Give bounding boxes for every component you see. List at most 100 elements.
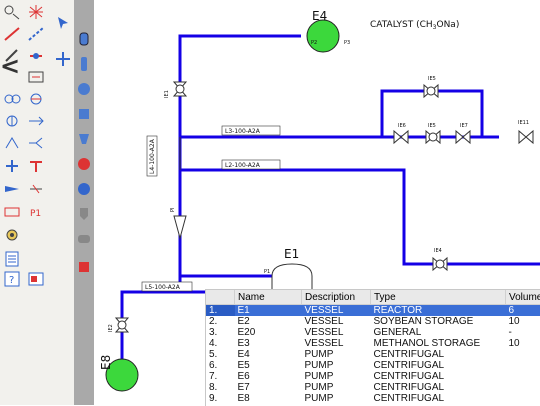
name-cell: E7: [235, 382, 302, 393]
settings-icon[interactable]: [2, 226, 22, 244]
svg-text:?: ?: [9, 275, 14, 286]
reactor-e1[interactable]: E1 P1: [264, 247, 312, 290]
type-cell: CENTRIFUGAL: [371, 382, 506, 393]
valve-symbol-icon[interactable]: [2, 3, 22, 21]
line-label-l2: L2-100-A2A: [222, 160, 280, 169]
row-number: 8.: [206, 382, 235, 393]
tank-icon[interactable]: [75, 30, 93, 48]
table-row[interactable]: 3.E20VESSELGENERAL-: [206, 327, 540, 338]
valve-ie1[interactable]: IE1: [164, 82, 186, 98]
volume-cell: 10: [506, 338, 540, 349]
volume-cell: [506, 371, 540, 382]
pump-e8[interactable]: E8: [99, 355, 138, 391]
name-cell: E4: [235, 349, 302, 360]
p1-symbol-icon[interactable]: P1: [26, 203, 46, 221]
drum-icon[interactable]: [75, 230, 93, 248]
cross-icon[interactable]: [2, 157, 22, 175]
valve-ie7[interactable]: IE7: [456, 123, 470, 143]
svg-text:P3: P3: [344, 40, 350, 46]
name-cell: E8: [235, 393, 302, 404]
silo-icon[interactable]: [75, 205, 93, 223]
reducer-icon[interactable]: [2, 180, 22, 198]
pump-symbol-icon[interactable]: [2, 90, 22, 108]
dashed-line-icon[interactable]: [26, 25, 46, 43]
svg-text:IE11: IE11: [518, 120, 529, 126]
symbol-palette: < P1 ?: [0, 0, 51, 405]
row-number: 3.: [206, 327, 235, 338]
instrument-icon[interactable]: [26, 68, 46, 86]
help-icon[interactable]: ?: [2, 270, 22, 288]
name-cell: E20: [235, 327, 302, 338]
pipe-l2[interactable]: [180, 170, 540, 264]
mixer-icon[interactable]: [2, 112, 22, 130]
table-row[interactable]: 6.E5PUMPCENTRIFUGAL: [206, 360, 540, 371]
catalyst-label: CATALYST (CH3ONa): [370, 20, 459, 31]
valve-ie4[interactable]: IE4: [433, 248, 447, 270]
valve-ie2[interactable]: IE2: [108, 318, 128, 332]
valve-ie5-bypass[interactable]: IE5: [424, 76, 438, 97]
pump-e4[interactable]: E4 P2 P3: [307, 9, 350, 52]
valve-ie6[interactable]: IE6: [394, 123, 408, 143]
table-row[interactable]: 8.E7PUMPCENTRIFUGAL: [206, 382, 540, 393]
type-cell: METHANOL STORAGE: [371, 338, 506, 349]
table-row[interactable]: 9.E8PUMPCENTRIFUGAL: [206, 393, 540, 404]
description-cell: VESSEL: [302, 305, 371, 317]
heater-icon[interactable]: [2, 203, 22, 221]
table-row[interactable]: 2.E2VESSELSOYBEAN STORAGE10: [206, 316, 540, 327]
table-row[interactable]: 4.E3VESSELMETHANOL STORAGE10: [206, 338, 540, 349]
pipe-bypass[interactable]: [382, 91, 482, 137]
selection-tool-icon[interactable]: [54, 14, 72, 32]
separator-icon[interactable]: [75, 130, 93, 148]
flow-icon[interactable]: [26, 112, 46, 130]
connector-icon[interactable]: [26, 47, 46, 65]
column-type[interactable]: Type: [371, 290, 506, 305]
table-header: Name Description Type Volume: [206, 290, 540, 305]
table-row[interactable]: 1.E1VESSELREACTOR6: [206, 305, 540, 317]
check-valve-icon[interactable]: [26, 180, 46, 198]
svg-text:IE5: IE5: [428, 123, 436, 129]
column-name[interactable]: Name: [235, 290, 302, 305]
name-cell: E2: [235, 316, 302, 327]
pipe-to-e1[interactable]: [180, 250, 272, 276]
svg-text:IE5: IE5: [428, 76, 436, 82]
svg-text:L2-100-A2A: L2-100-A2A: [225, 162, 261, 169]
type-cell: GENERAL: [371, 327, 506, 338]
row-number: 5.: [206, 349, 235, 360]
splitter-icon[interactable]: [26, 134, 46, 152]
equipment-table[interactable]: Name Description Type Volume 1.E1VESSELR…: [205, 289, 540, 406]
column-icon[interactable]: [75, 55, 93, 73]
move-tool-icon[interactable]: [54, 50, 72, 68]
branch-icon[interactable]: [2, 134, 22, 152]
column-description[interactable]: Description: [302, 290, 371, 305]
row-number: 6.: [206, 360, 235, 371]
description-cell: PUMP: [302, 349, 371, 360]
description-cell: PUMP: [302, 393, 371, 404]
blower-icon[interactable]: [75, 180, 93, 198]
volume-cell: 10: [506, 316, 540, 327]
svg-text:IE2: IE2: [108, 324, 114, 332]
exchanger-icon[interactable]: [75, 80, 93, 98]
table-row[interactable]: 7.E6PUMPCENTRIFUGAL: [206, 371, 540, 382]
star-symbol-icon[interactable]: [26, 3, 46, 21]
line-tool-icon[interactable]: [2, 25, 22, 43]
collapse-palette-button[interactable]: <: [0, 54, 18, 78]
e4-label: E4: [312, 9, 327, 23]
column-volume[interactable]: Volume: [506, 290, 540, 305]
filter-icon[interactable]: [75, 105, 93, 123]
svg-text:IE7: IE7: [460, 123, 468, 129]
valve-ie5[interactable]: IE5: [426, 123, 440, 143]
valve-ie11[interactable]: IE11: [518, 120, 533, 143]
name-cell: E3: [235, 338, 302, 349]
fan-icon[interactable]: [75, 155, 93, 173]
alarm-icon[interactable]: [75, 258, 93, 276]
window-icon[interactable]: [26, 270, 46, 288]
document-icon[interactable]: [2, 250, 22, 268]
reducer-pi[interactable]: PI: [170, 208, 186, 239]
svg-text:IE4: IE4: [434, 248, 442, 254]
type-cell: CENTRIFUGAL: [371, 349, 506, 360]
svg-text:IE1: IE1: [164, 90, 170, 98]
svg-text:P1: P1: [30, 209, 41, 219]
compressor-icon[interactable]: [26, 90, 46, 108]
table-row[interactable]: 5.E4PUMPCENTRIFUGAL: [206, 349, 540, 360]
tee-icon[interactable]: [26, 157, 46, 175]
